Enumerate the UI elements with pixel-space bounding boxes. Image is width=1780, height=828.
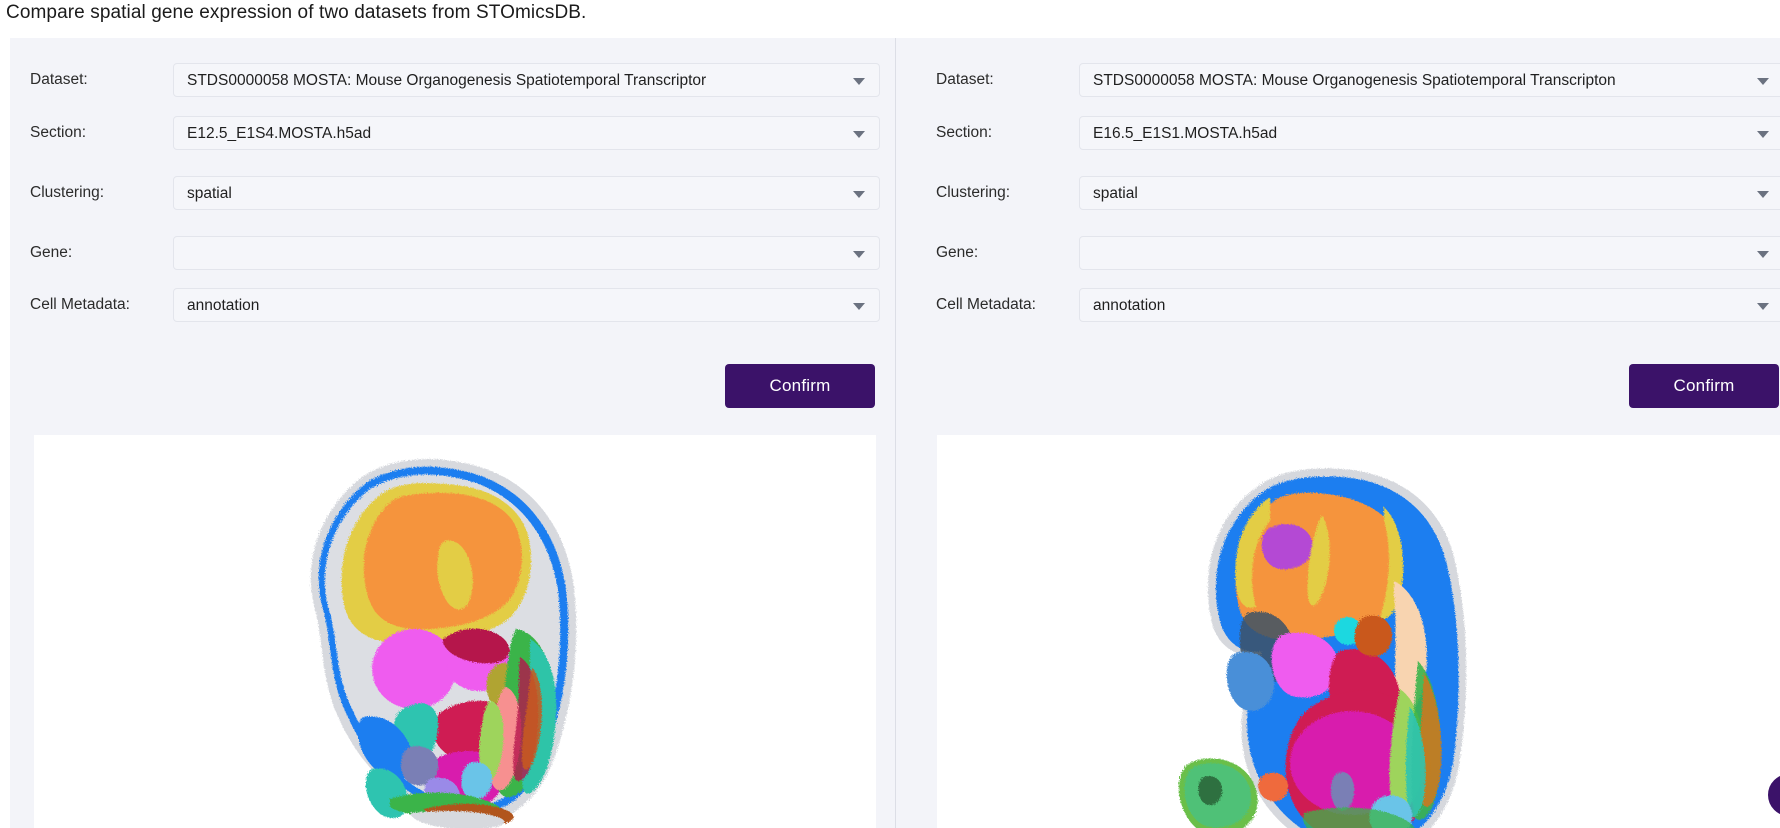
gene-select-left-value [187, 237, 839, 269]
field-row-dataset-left: Dataset: STDS0000058 MOSTA: Mouse Organo… [30, 63, 880, 97]
field-label-cellmetadata-left: Cell Metadata: [30, 296, 130, 313]
confirm-button-right[interactable]: Confirm [1629, 364, 1779, 408]
cell-metadata-select-left[interactable]: annotation [173, 288, 880, 322]
chevron-down-icon [1757, 251, 1769, 258]
field-row-cellmetadata-left: Cell Metadata: annotation [30, 288, 880, 322]
section-select-left-value: E12.5_E1S4.MOSTA.h5ad [187, 125, 372, 142]
chevron-down-icon [853, 131, 865, 138]
dataset-select-right[interactable]: STDS0000058 MOSTA: Mouse Organogenesis S… [1079, 63, 1780, 97]
chevron-down-icon [853, 303, 865, 310]
cell-metadata-select-right[interactable]: annotation [1079, 288, 1780, 322]
page-title: Compare spatial gene expression of two d… [6, 2, 587, 23]
app-root: Compare spatial gene expression of two d… [0, 0, 1780, 828]
clustering-select-left[interactable]: spatial [173, 176, 880, 210]
field-label-dataset-left: Dataset: [30, 71, 88, 88]
field-label-dataset-right: Dataset: [936, 71, 994, 88]
section-select-right[interactable]: E16.5_E1S1.MOSTA.h5ad [1079, 116, 1780, 150]
chevron-down-icon [1757, 78, 1769, 85]
confirm-button-left[interactable]: Confirm [725, 364, 875, 408]
field-row-cellmetadata-right: Cell Metadata: annotation [936, 288, 1780, 322]
dataset-select-left-value: STDS0000058 MOSTA: Mouse Organogenesis S… [187, 72, 707, 89]
chevron-down-icon [1757, 131, 1769, 138]
gene-select-right-value [1093, 237, 1743, 269]
field-row-section-left: Section: E12.5_E1S4.MOSTA.h5ad [30, 116, 880, 150]
spatial-plot-right[interactable] [937, 435, 1780, 828]
chevron-down-icon [853, 251, 865, 258]
spatial-plot-left[interactable] [34, 435, 876, 828]
field-label-cellmetadata-right: Cell Metadata: [936, 296, 1036, 313]
chevron-down-icon [853, 191, 865, 198]
field-label-section-right: Section: [936, 124, 993, 141]
chevron-down-icon [853, 78, 865, 85]
chevron-down-icon [1757, 191, 1769, 198]
field-row-gene-left: Gene: [30, 236, 880, 270]
field-label-gene-left: Gene: [30, 244, 73, 261]
field-row-clustering-left: Clustering: spatial [30, 176, 880, 210]
field-row-clustering-right: Clustering: spatial [936, 176, 1780, 210]
section-select-right-value: E16.5_E1S1.MOSTA.h5ad [1093, 125, 1278, 142]
dataset-form-left: Dataset: STDS0000058 MOSTA: Mouse Organo… [10, 38, 905, 420]
field-label-clustering-right: Clustering: [936, 184, 1011, 201]
chevron-down-icon [1757, 303, 1769, 310]
field-label-clustering-left: Clustering: [30, 184, 105, 201]
field-row-section-right: Section: E16.5_E1S1.MOSTA.h5ad [936, 116, 1780, 150]
gene-select-right[interactable] [1079, 236, 1780, 270]
clustering-select-right[interactable]: spatial [1079, 176, 1780, 210]
panel-divider-lower [895, 420, 896, 828]
dataset-select-left[interactable]: STDS0000058 MOSTA: Mouse Organogenesis S… [173, 63, 880, 97]
field-row-dataset-right: Dataset: STDS0000058 MOSTA: Mouse Organo… [936, 63, 1780, 97]
field-label-gene-right: Gene: [936, 244, 979, 261]
cell-metadata-select-right-value: annotation [1093, 297, 1166, 314]
embryo-scatter-left [310, 458, 577, 828]
gene-select-left[interactable] [173, 236, 880, 270]
section-select-left[interactable]: E12.5_E1S4.MOSTA.h5ad [173, 116, 880, 150]
clustering-select-left-value: spatial [187, 185, 232, 202]
embryo-scatter-right [1178, 468, 1467, 828]
dataset-select-right-value: STDS0000058 MOSTA: Mouse Organogenesis S… [1093, 72, 1616, 89]
field-row-gene-right: Gene: [936, 236, 1780, 270]
dataset-form-right: Dataset: STDS0000058 MOSTA: Mouse Organo… [896, 38, 1780, 420]
field-label-section-left: Section: [30, 124, 87, 141]
cell-metadata-select-left-value: annotation [187, 297, 260, 314]
clustering-select-right-value: spatial [1093, 185, 1138, 202]
